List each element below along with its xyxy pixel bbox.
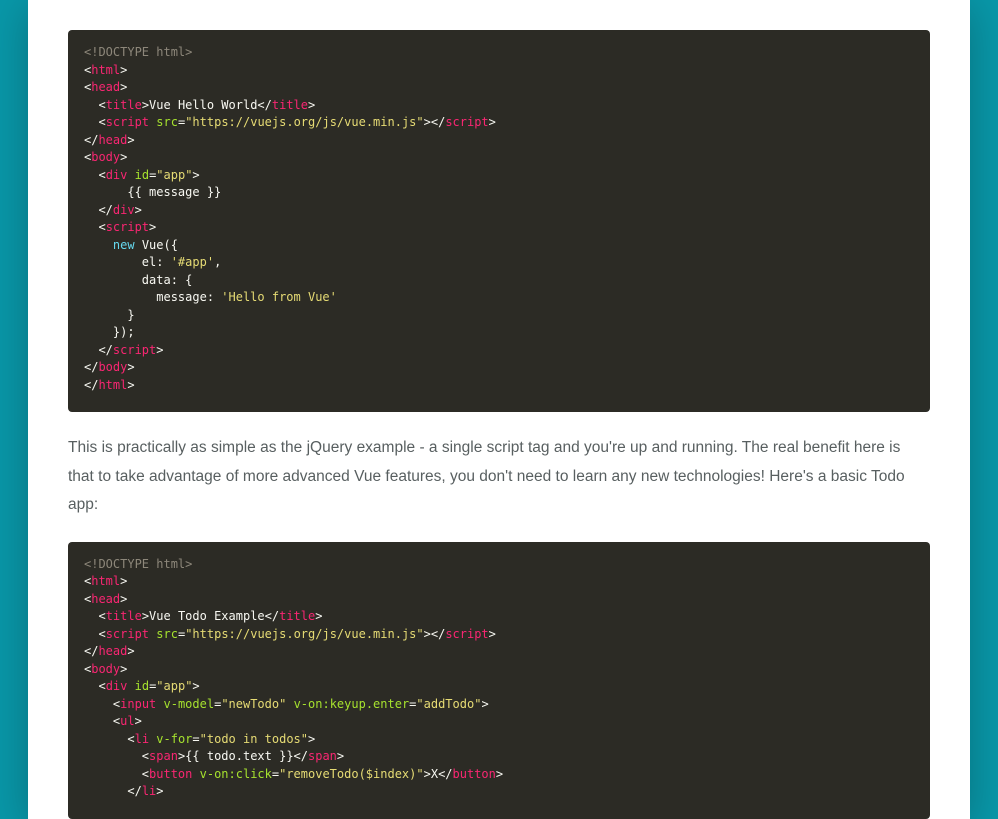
code-doctype: <!DOCTYPE html> <box>84 45 192 59</box>
explanation-paragraph: This is practically as simple as the jQu… <box>68 434 930 520</box>
code-block-todo: <!DOCTYPE html> <html> <head> <title>Vue… <box>68 542 930 819</box>
article-page: <!DOCTYPE html> <html> <head> <title>Vue… <box>28 0 970 819</box>
code-block-hello-world: <!DOCTYPE html> <html> <head> <title>Vue… <box>68 30 930 412</box>
code-doctype: <!DOCTYPE html> <box>84 557 192 571</box>
